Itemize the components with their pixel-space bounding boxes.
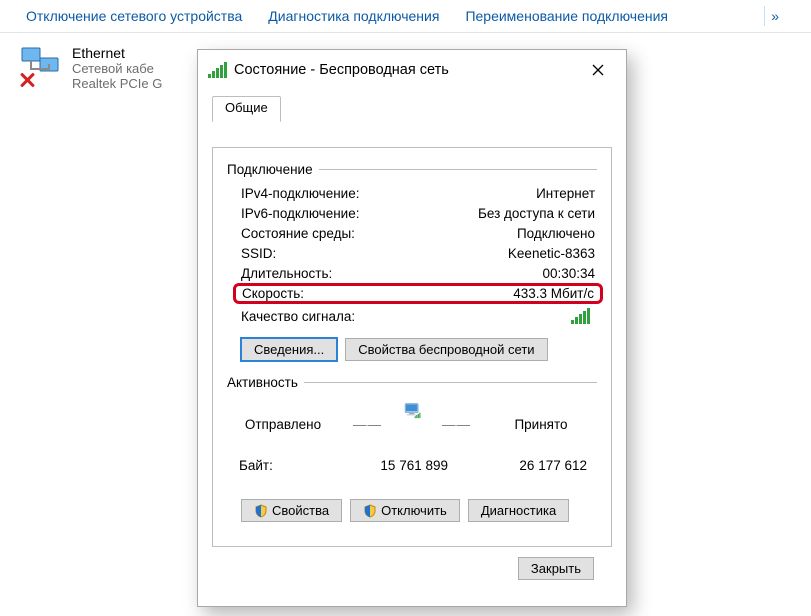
wifi-signal-icon: [208, 62, 227, 78]
close-icon: [592, 64, 604, 76]
duration-label: Длительность:: [241, 266, 332, 281]
shield-icon: [254, 504, 268, 518]
network-toolbar: Отключение сетевого устройства Диагности…: [0, 0, 811, 33]
connection-rows: IPv4-подключение: Интернет IPv6-подключе…: [227, 183, 597, 304]
details-button[interactable]: Сведения...: [241, 338, 337, 361]
activity-dash-right: ——: [442, 417, 471, 432]
monitor-icon: [402, 402, 422, 446]
group-connection-header: Подключение: [227, 162, 597, 177]
toolbar-rename[interactable]: Переименование подключения: [465, 8, 668, 24]
bytes-sent-value: 15 761 899: [318, 458, 448, 473]
signal-quality-label: Качество сигнала:: [241, 309, 355, 324]
speed-row-highlight: Скорость: 433.3 Мбит/с: [233, 283, 603, 304]
adapter-device: Realtek PCIe G: [72, 76, 162, 91]
speed-label: Скорость:: [242, 286, 304, 301]
ipv6-label: IPv6-подключение:: [241, 206, 359, 221]
wireless-properties-button[interactable]: Свойства беспроводной сети: [345, 338, 547, 361]
ipv4-value: Интернет: [536, 186, 595, 201]
dialog-title: Состояние - Беспроводная сеть: [234, 62, 449, 78]
ipv4-label: IPv4-подключение:: [241, 186, 359, 201]
adapter-title: Ethernet: [72, 45, 162, 61]
properties-button[interactable]: Свойства: [241, 499, 342, 522]
close-button[interactable]: [578, 56, 618, 84]
toolbar-disable-device[interactable]: Отключение сетевого устройства: [26, 8, 242, 24]
speed-value: 433.3 Мбит/с: [513, 286, 594, 301]
activity-dash-left: ——: [353, 417, 382, 432]
error-x-icon: [18, 71, 36, 89]
bytes-recv-value: 26 177 612: [457, 458, 587, 473]
activity-block: Отправлено ——: [227, 396, 597, 473]
ssid-value: Keenetic-8363: [508, 246, 595, 261]
ssid-label: SSID:: [241, 246, 276, 261]
adapter-status: Сетевой кабе: [72, 61, 162, 76]
toolbar-overflow[interactable]: »: [764, 6, 785, 26]
close-dialog-button[interactable]: Закрыть: [518, 557, 594, 580]
tab-strip: Общие: [212, 96, 612, 122]
adapter-ethernet-text: Ethernet Сетевой кабе Realtek PCIe G: [72, 45, 162, 91]
diagnose-button[interactable]: Диагностика: [468, 499, 569, 522]
ipv6-value: Без доступа к сети: [478, 206, 595, 221]
duration-value: 00:30:34: [542, 266, 595, 281]
wifi-status-dialog: Состояние - Беспроводная сеть Общие Подк…: [197, 49, 627, 607]
disable-button[interactable]: Отключить: [350, 499, 460, 522]
media-state-value: Подключено: [517, 226, 595, 241]
signal-quality-icon: [571, 308, 590, 324]
dialog-titlebar: Состояние - Беспроводная сеть: [198, 50, 626, 90]
group-activity-header: Активность: [227, 375, 597, 390]
bytes-label: Байт:: [239, 458, 309, 473]
chevron-right-icon: »: [764, 6, 785, 26]
toolbar-diagnose[interactable]: Диагностика подключения: [268, 8, 439, 24]
media-state-label: Состояние среды:: [241, 226, 355, 241]
activity-sent-label: Отправлено: [233, 417, 333, 432]
tab-general-pane: Подключение IPv4-подключение: Интернет I…: [212, 147, 612, 547]
tab-general[interactable]: Общие: [212, 96, 281, 122]
shield-icon: [363, 504, 377, 518]
ethernet-icon: [20, 45, 64, 85]
activity-recv-label: Принято: [491, 417, 591, 432]
